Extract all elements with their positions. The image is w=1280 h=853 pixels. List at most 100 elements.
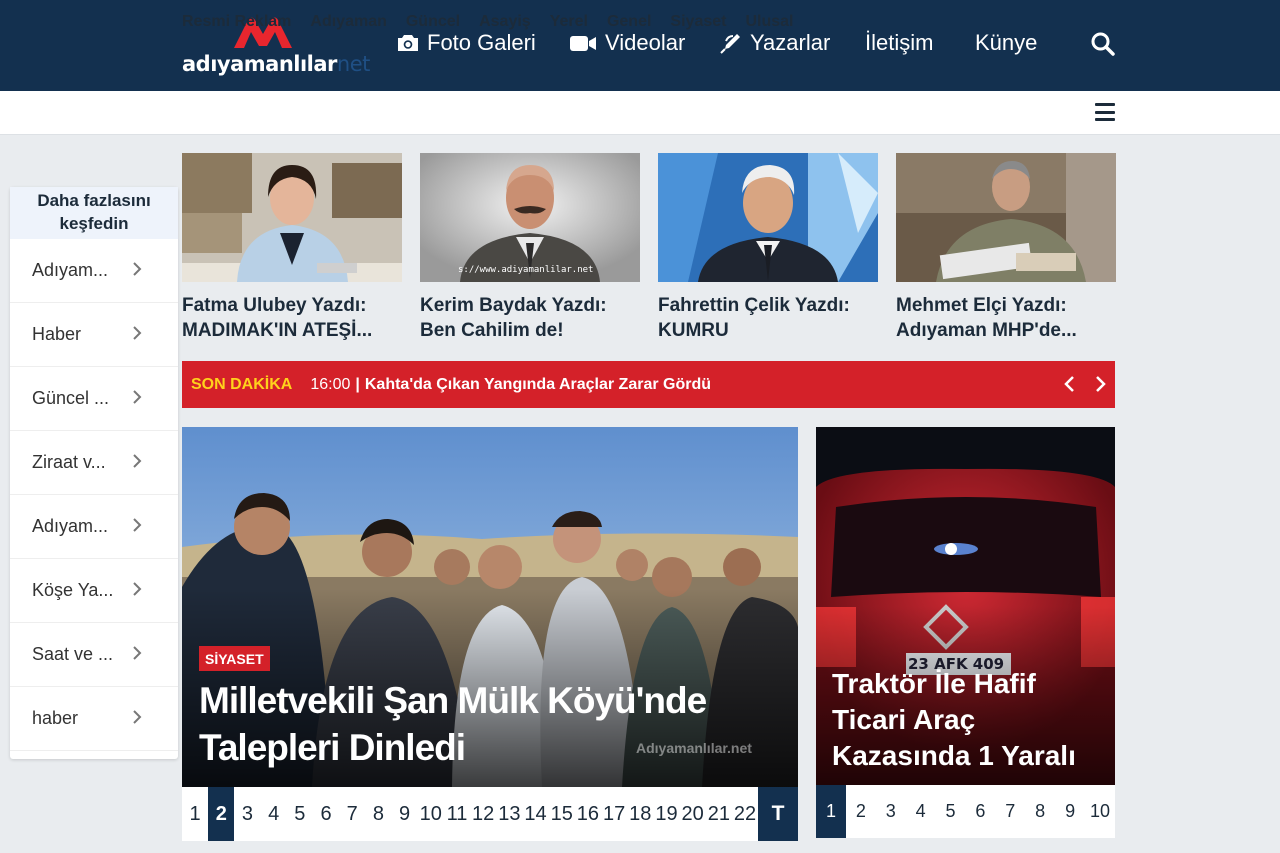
pager-page-button[interactable]: 4 [906, 785, 936, 838]
nav-kunye[interactable]: Künye [975, 30, 1037, 56]
category-link[interactable]: Adıyaman [310, 13, 386, 31]
main-headline-slider[interactable]: SİYASET Milletvekili Şan Mülk Köyü'nde T… [182, 427, 798, 787]
author-article-title[interactable]: Fahrettin Çelik Yazdı: KUMRU [658, 293, 878, 343]
pager-page-button[interactable]: 2 [846, 785, 876, 838]
pager-page-button[interactable]: 21 [706, 787, 732, 841]
sidebar-item[interactable]: Köşe Ya... [10, 559, 178, 623]
nav-label: Foto Galeri [427, 30, 536, 55]
logo-suffix: net [336, 52, 370, 76]
nav-iletisim[interactable]: İletişim [865, 30, 933, 56]
pager-page-button[interactable]: 18 [627, 787, 653, 841]
pager-page-button[interactable]: 5 [287, 787, 313, 841]
author-photo[interactable] [896, 153, 1116, 282]
category-bar [0, 91, 1280, 135]
nav-videolar[interactable]: Videolar [570, 30, 685, 56]
sidebar-item[interactable]: Güncel ... [10, 367, 178, 431]
category-link[interactable]: Asayiş [479, 13, 531, 31]
pager-page-button[interactable]: 22 [732, 787, 758, 841]
nav-label: Yazarlar [750, 30, 831, 55]
category-link[interactable]: Siyaset [670, 13, 726, 31]
author-card[interactable]: Fatma Ulubey Yazdı: MADIMAK'IN ATEŞİ... [182, 153, 402, 343]
sidebar-item-label: Ziraat v... [32, 452, 106, 472]
pager-page-button[interactable]: 1 [816, 785, 846, 838]
pager-page-button[interactable]: 14 [522, 787, 548, 841]
pager-page-button[interactable]: 13 [496, 787, 522, 841]
sidebar-item[interactable]: Saat ve ... [10, 623, 178, 687]
pager-page-button[interactable]: 6 [965, 785, 995, 838]
pager-page-button[interactable]: 20 [680, 787, 706, 841]
pager-page-button[interactable]: 7 [339, 787, 365, 841]
pager-page-button[interactable]: 10 [1085, 785, 1115, 838]
photo-watermark: Adıyamanlılar.net [636, 740, 752, 756]
sidebar-item[interactable]: Adıyam... [10, 495, 178, 559]
pager-page-button[interactable]: 7 [995, 785, 1025, 838]
photo-watermark: s://www.adiyamanlilar.net [458, 265, 594, 275]
pager-page-button[interactable]: 19 [653, 787, 679, 841]
chevron-right-icon [133, 710, 142, 724]
pager-page-button[interactable]: 11 [444, 787, 470, 841]
pager-page-button[interactable]: 12 [470, 787, 496, 841]
nav-foto-galeri[interactable]: Foto Galeri [397, 30, 536, 56]
author-photo[interactable] [182, 153, 402, 282]
pager-page-button[interactable]: 5 [936, 785, 966, 838]
pager-page-button[interactable]: 9 [1055, 785, 1085, 838]
nav-label: İletişim [865, 30, 934, 55]
sidebar-item-label: Adıyam... [32, 516, 109, 536]
pager-page-button[interactable]: 8 [365, 787, 391, 841]
camera-icon [398, 35, 418, 51]
secondary-story-title[interactable]: Traktör İle Hafif Ticari Araç Kazasında … [832, 666, 1102, 774]
category-link[interactable]: Güncel [406, 13, 460, 31]
main-slider-pager: 1 2 3 4 5 6 7 8 9 10 11 12 13 14 15 16 17 18 19 20 21 22 T [182, 787, 798, 841]
author-photo[interactable]: s://www.adiyamanlilar.net [420, 153, 640, 282]
pager-page-button[interactable]: 6 [313, 787, 339, 841]
hamburger-menu-icon[interactable] [1095, 103, 1115, 121]
sidebar-item-label: Haber [32, 324, 82, 344]
sidebar-item[interactable]: Ziraat v... [10, 431, 178, 495]
chevron-right-icon [133, 262, 142, 276]
sidebar-item-label: Adıyam... [32, 260, 109, 280]
ticker-headline[interactable]: Kahta'da Çıkan Yangında Araçlar Zarar Gö… [365, 376, 711, 394]
pager-page-button[interactable]: 3 [876, 785, 906, 838]
author-card[interactable]: s://www.adiyamanlilar.net Kerim Baydak Y… [420, 153, 640, 343]
ticker-time: 16:00 [310, 375, 351, 393]
pager-page-button[interactable]: 2 [208, 787, 235, 841]
pager-page-button[interactable]: 8 [1025, 785, 1055, 838]
author-card[interactable]: Fahrettin Çelik Yazdı: KUMRU [658, 153, 878, 343]
ticker-label: SON DAKİKA [191, 375, 293, 393]
category-link[interactable]: Yerel [550, 13, 588, 31]
sidebar-item-label: Köşe Ya... [32, 580, 114, 600]
author-article-title[interactable]: Mehmet Elçi Yazdı: Adıyaman MHP'de... [896, 293, 1116, 343]
category-link[interactable]: Genel [607, 13, 651, 31]
pager-more-button[interactable]: T [758, 787, 798, 841]
secondary-headline-slider[interactable]: 23 AFK 409 Traktör İle Hafif Ticari Araç… [816, 427, 1115, 785]
pager-page-button[interactable]: 17 [601, 787, 627, 841]
pager-page-button[interactable]: 16 [575, 787, 601, 841]
sidebar-item-label: haber [32, 708, 79, 728]
pager-page-button[interactable]: 10 [418, 787, 444, 841]
author-article-title[interactable]: Kerim Baydak Yazdı: Ben Cahilim de! [420, 293, 640, 343]
pager-page-button[interactable]: 1 [182, 787, 208, 841]
author-article-title[interactable]: Fatma Ulubey Yazdı: MADIMAK'IN ATEŞİ... [182, 293, 402, 343]
pager-page-button[interactable]: 15 [549, 787, 575, 841]
logo-text: adıyamanlılar [182, 52, 337, 76]
sidebar-heading: Daha fazlasını keşfedin [10, 187, 178, 239]
nav-yazarlar[interactable]: Yazarlar [720, 30, 830, 56]
chevron-right-icon [133, 518, 142, 532]
sidebar-item[interactable]: haber [10, 687, 178, 751]
main-story-title[interactable]: Milletvekili Şan Mülk Köyü'nde Talepleri… [199, 677, 779, 771]
sidebar-item[interactable]: Adıyam... [10, 239, 178, 303]
pager-page-button[interactable]: 3 [234, 787, 260, 841]
chevron-right-icon[interactable] [1095, 375, 1107, 393]
category-menu: Resmi Reklam Adıyaman Güncel Asayiş Yere… [182, 13, 793, 31]
sidebar-item[interactable]: Haber [10, 303, 178, 367]
pager-page-button[interactable]: 4 [261, 787, 287, 841]
author-card[interactable]: Mehmet Elçi Yazdı: Adıyaman MHP'de... [896, 153, 1116, 343]
search-icon[interactable] [1090, 31, 1116, 57]
main-story-category-badge[interactable]: SİYASET [199, 646, 270, 671]
chevron-left-icon[interactable] [1063, 375, 1075, 393]
chevron-right-icon [133, 326, 142, 340]
category-link[interactable]: Ulusal [745, 13, 793, 31]
category-link[interactable]: Resmi Reklam [182, 13, 291, 31]
author-photo[interactable] [658, 153, 878, 282]
pager-page-button[interactable]: 9 [392, 787, 418, 841]
